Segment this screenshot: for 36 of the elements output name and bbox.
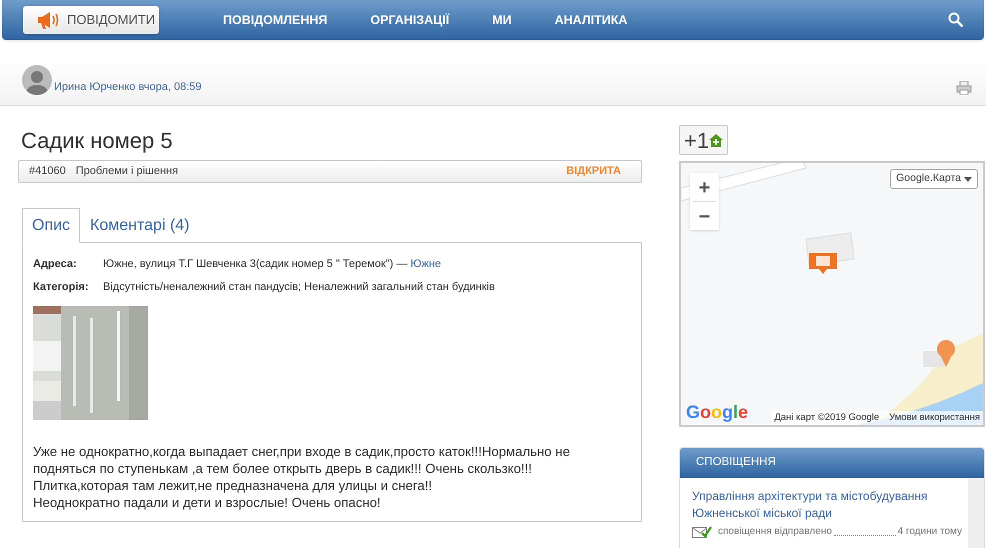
- city-link[interactable]: Южне: [410, 256, 442, 273]
- nav-link[interactable]: АНАЛІТИКА: [554, 10, 628, 30]
- map-logo: Google: [686, 401, 748, 423]
- zoom-in-button[interactable]: +: [690, 173, 719, 201]
- field-value: Южне, вулиця Т.Г Шевченка 3(садик номер 5 " Теремок") —: [103, 257, 408, 272]
- printer-icon[interactable]: [956, 81, 972, 95]
- organization-link[interactable]: Управління архітектури та містобудування Южненської міської ради: [692, 488, 962, 522]
- field-label: Категорія:: [33, 280, 90, 296]
- notification-status: сповіщення відправлено: [718, 525, 832, 539]
- vote-button[interactable]: +1: [679, 125, 728, 155]
- map-type-dropdown[interactable]: Google.Карта: [890, 169, 978, 189]
- map-attribution: Дані карт ©2019 Google: [774, 410, 880, 425]
- field-label: Адреса:: [33, 257, 78, 272]
- author-text: Ирина Юрченко вчора, 08:59: [54, 80, 202, 94]
- mail-check-icon: [692, 526, 712, 538]
- caret-icon: [964, 176, 972, 182]
- report-button[interactable]: ПОВІДОМИТИ: [23, 6, 159, 34]
- scrollbar: [968, 478, 984, 548]
- panel-header: СПОВІЩЕННЯ: [680, 448, 984, 478]
- nav-link[interactable]: ПОВІДОМЛЕННЯ: [223, 10, 328, 30]
- issue-number: #41060: [29, 164, 66, 180]
- search-button[interactable]: [948, 12, 964, 28]
- tab[interactable]: Коментарі (4): [80, 208, 200, 243]
- page-title: Садик номер 5: [20, 127, 174, 154]
- avatar: [22, 65, 52, 95]
- tab[interactable]: Опис: [22, 208, 80, 243]
- field-value: Відсутність/неналежний стан пандусів; Неналежний загальний стан будинків: [103, 280, 495, 296]
- nav-link[interactable]: МИ: [492, 10, 512, 30]
- issue-category: Проблеми і рішення: [76, 164, 178, 180]
- notification-time: 4 години тому: [898, 525, 962, 539]
- nav-link[interactable]: ОРГАНІЗАЦІЇ: [370, 10, 450, 30]
- megaphone-icon: [37, 10, 61, 30]
- status-label: ВІДКРИТА: [566, 164, 621, 180]
- description-text: Уже не однократно,когда выпадает снег,при входе в садик,просто каток!!!Нормально не подняться по ступенькам ,а тем более открыть дверь в садик!!! Очень скользко!!! Плитка,которая там лежит,не предназначена для улицы и снега!! Неоднократно падали и дети и взрослые! Очень опасно!: [33, 443, 571, 511]
- house-plus-icon: [709, 134, 724, 146]
- zoom-out-button[interactable]: −: [690, 202, 719, 230]
